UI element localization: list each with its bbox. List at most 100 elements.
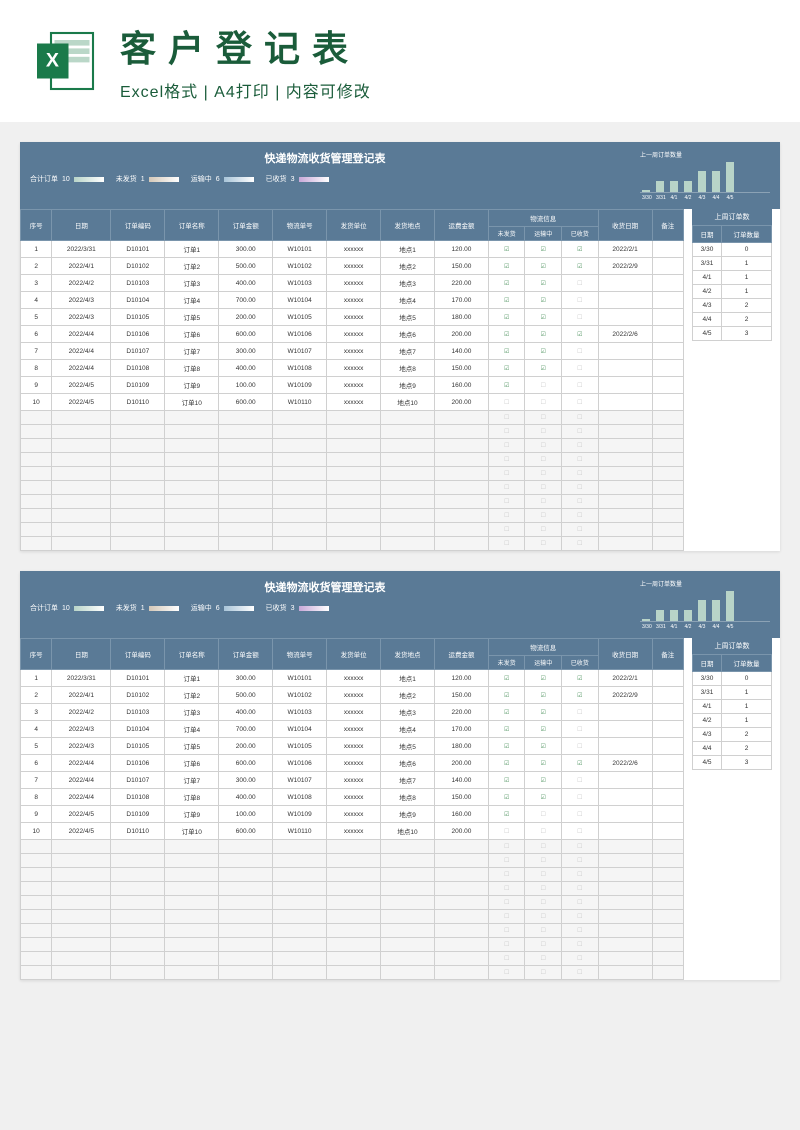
page-title: 客户登记表 bbox=[120, 20, 770, 72]
sheet-banner: 快递物流收货管理登记表 合计订单10 未发货1 运输中6 已收货3 上一周订单数… bbox=[20, 142, 780, 209]
chart-title: 上一周订单数量 bbox=[640, 150, 770, 159]
stat-bar-icon bbox=[149, 177, 179, 182]
table-row-empty: ☐☐☐ bbox=[21, 411, 684, 425]
side-row: 4/21 bbox=[693, 285, 772, 299]
table-row-empty: ☐☐☐ bbox=[21, 840, 684, 854]
sheet-preview-1: 快递物流收货管理登记表 合计订单10 未发货1 运输中6 已收货3 上一周订单数… bbox=[20, 142, 780, 551]
side-row: 4/32 bbox=[693, 728, 772, 742]
side-row: 3/300 bbox=[693, 672, 772, 686]
stat-transit-val: 6 bbox=[216, 176, 220, 183]
stats-row: 合计订单10 未发货1 运输中6 已收货3 bbox=[30, 174, 620, 184]
col-amt: 订单金额 bbox=[219, 210, 273, 241]
main-table: 序号 日期 订单编码 订单名称 订单金额 物流单号 发货单位 发货地点 运费金额… bbox=[20, 209, 684, 551]
chart-x-label: 3/30 bbox=[642, 624, 650, 630]
side-table: 日期订单数量 3/3003/3114/114/214/324/424/53 bbox=[692, 654, 772, 770]
col-date: 日期 bbox=[52, 210, 111, 241]
sheet-title: 快递物流收货管理登记表 bbox=[30, 150, 620, 166]
table-row: 32022/4/2D10103订单3 400.00W10103xxxxxx地点3… bbox=[21, 275, 684, 292]
col-transit: 运输中 bbox=[525, 227, 562, 241]
table-row-empty: ☐☐☐ bbox=[21, 453, 684, 467]
table-row: 82022/4/4D10108订单8 400.00W10108xxxxxx地点8… bbox=[21, 360, 684, 377]
table-row-empty: ☐☐☐ bbox=[21, 467, 684, 481]
bar-chart bbox=[640, 590, 770, 622]
sheet-preview-2: 快递物流收货管理登记表 合计订单10 未发货1 运输中6 已收货3 上一周订单数… bbox=[20, 571, 780, 980]
chart-x-label: 3/31 bbox=[656, 195, 664, 201]
table-row-empty: ☐☐☐ bbox=[21, 481, 684, 495]
col-oname: 订单名称 bbox=[165, 639, 219, 670]
preview-area: 快递物流收货管理登记表 合计订单 10 未发货 1 运输中 6 已收货 3 上一周订单数… bbox=[0, 122, 800, 1000]
table-row-empty: ☐☐☐ bbox=[21, 938, 684, 952]
svg-text:X: X bbox=[46, 50, 59, 72]
side-row: 4/11 bbox=[693, 700, 772, 714]
chart-x-label: 4/3 bbox=[698, 195, 706, 201]
side-row: 4/53 bbox=[693, 327, 772, 341]
stat-total-val: 10 bbox=[62, 176, 70, 183]
stat-unship-val: 1 bbox=[141, 605, 145, 612]
table-row: 42022/4/3D10104订单4 700.00W10104xxxxxx地点4… bbox=[21, 292, 684, 309]
stat-received-val: 3 bbox=[291, 176, 295, 183]
col-amt: 订单金额 bbox=[219, 639, 273, 670]
table-row: 32022/4/2D10103订单3 400.00W10103xxxxxx地点3… bbox=[21, 704, 684, 721]
chart-bar bbox=[656, 181, 664, 192]
table-row-empty: ☐☐☐ bbox=[21, 495, 684, 509]
col-lno: 物流单号 bbox=[273, 210, 327, 241]
col-received: 已收货 bbox=[562, 227, 599, 241]
col-sunit: 发货单位 bbox=[327, 639, 381, 670]
col-rdate: 收货日期 bbox=[598, 210, 652, 241]
chart-bar bbox=[656, 610, 664, 621]
chart-x-label: 4/2 bbox=[684, 195, 692, 201]
page-subtitle: Excel格式 | A4打印 | 内容可修改 bbox=[120, 78, 770, 102]
chart-bar bbox=[642, 190, 650, 192]
chart-bar bbox=[698, 600, 706, 621]
side-row: 3/311 bbox=[693, 686, 772, 700]
col-sunit: 发货单位 bbox=[327, 210, 381, 241]
side-table: 日期订单数量 3/3003/3114/114/214/324/424/53 bbox=[692, 225, 772, 341]
stat-bar-icon bbox=[224, 177, 254, 182]
chart-bar bbox=[684, 610, 692, 621]
col-famt: 运费金额 bbox=[434, 639, 488, 670]
side-row: 4/32 bbox=[693, 299, 772, 313]
side-col-date: 日期 bbox=[693, 655, 722, 672]
side-row: 3/300 bbox=[693, 243, 772, 257]
stat-unship-val: 1 bbox=[141, 176, 145, 183]
table-row: 42022/4/3D10104订单4 700.00W10104xxxxxx地点4… bbox=[21, 721, 684, 738]
col-ono: 订单编码 bbox=[111, 639, 165, 670]
side-title: 上周订单数 bbox=[692, 209, 772, 225]
chart-x-label: 4/4 bbox=[712, 624, 720, 630]
table-row-empty: ☐☐☐ bbox=[21, 910, 684, 924]
table-row: 72022/4/4D10107订单7 300.00W10107xxxxxx地点7… bbox=[21, 343, 684, 360]
chart-bar bbox=[698, 171, 706, 192]
side-panel: 上周订单数 日期订单数量 3/3003/3114/114/214/324/424… bbox=[692, 209, 772, 341]
stat-received-label: 已收货 bbox=[266, 603, 287, 613]
chart-bar bbox=[712, 171, 720, 192]
table-row: 102022/4/5D10110订单10 600.00W10110xxxxxx地… bbox=[21, 394, 684, 411]
stat-bar-icon bbox=[149, 606, 179, 611]
col-sloc: 发货地点 bbox=[381, 639, 435, 670]
stat-transit-val: 6 bbox=[216, 605, 220, 612]
table-row-empty: ☐☐☐ bbox=[21, 924, 684, 938]
col-seq: 序号 bbox=[21, 639, 52, 670]
chart-bar bbox=[726, 591, 734, 621]
bar-chart bbox=[640, 161, 770, 193]
side-row: 4/42 bbox=[693, 742, 772, 756]
table-row: 62022/4/4D10106订单6 600.00W10106xxxxxx地点6… bbox=[21, 326, 684, 343]
stat-unship-label: 未发货 bbox=[116, 603, 137, 613]
table-row: 52022/4/3D10105订单5 200.00W10105xxxxxx地点5… bbox=[21, 309, 684, 326]
table-row-empty: ☐☐☐ bbox=[21, 439, 684, 453]
stat-bar-icon bbox=[224, 606, 254, 611]
side-panel: 上周订单数 日期订单数量 3/3003/3114/114/214/324/424… bbox=[692, 638, 772, 770]
chart-box: 上一周订单数量 3/303/314/14/24/34/44/5 bbox=[640, 150, 770, 201]
stat-unship-label: 未发货 bbox=[116, 174, 137, 184]
table-row: 52022/4/3D10105订单5 200.00W10105xxxxxx地点5… bbox=[21, 738, 684, 755]
chart-x-label: 4/2 bbox=[684, 624, 692, 630]
table-row: 92022/4/5D10109订单9 100.00W10109xxxxxx地点9… bbox=[21, 806, 684, 823]
table-row: 22022/4/1D10102订单2 500.00W10102xxxxxx地点2… bbox=[21, 687, 684, 704]
chart-bar bbox=[726, 162, 734, 192]
stat-total-val: 10 bbox=[62, 605, 70, 612]
col-date: 日期 bbox=[52, 639, 111, 670]
side-row: 4/11 bbox=[693, 271, 772, 285]
stat-total-label: 合计订单 bbox=[30, 603, 58, 613]
stat-bar-icon bbox=[74, 606, 104, 611]
chart-bar bbox=[670, 610, 678, 621]
side-row: 3/311 bbox=[693, 257, 772, 271]
